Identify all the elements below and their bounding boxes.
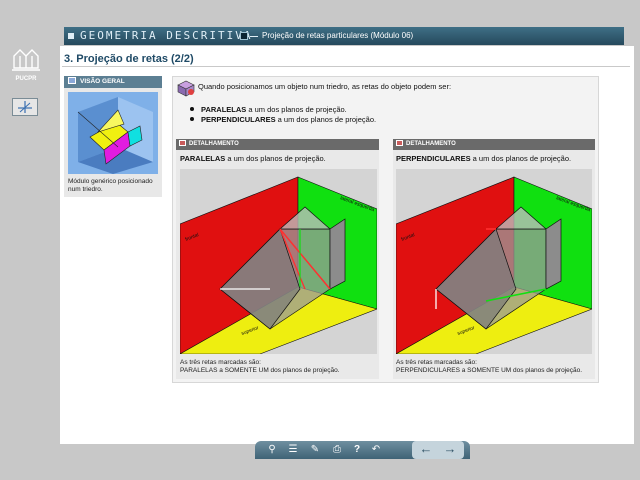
bullet-item: PARALELAS a um dos planos de projeção. (190, 105, 376, 115)
perpendiculares-illustration[interactable]: frontal lateral esquerda superior (396, 169, 592, 354)
index-button[interactable]: ☰ (286, 444, 300, 456)
bullet-item: PERPENDICULARES a um dos planos de proje… (190, 115, 376, 125)
notes-button[interactable]: ✎ (308, 444, 322, 456)
previous-arrow-icon: ← (419, 441, 433, 456)
detail-icon (179, 140, 186, 146)
cube-icon (68, 77, 76, 84)
detalhamento-header-2: DETALHAMENTO (393, 139, 595, 150)
intro-bullet-list: PARALELAS a um dos planos de projeção. P… (190, 105, 376, 125)
caption-line: PERPENDICULARES a SOMENTE UM dos planos … (396, 367, 583, 374)
bullet-text: a um dos planos de projeção. (275, 115, 377, 124)
intro-text: Quando posicionamos um objeto num triedr… (198, 82, 452, 91)
visao-geral-label: VISÃO GERAL (80, 78, 125, 85)
caption-line: As três retas marcadas são: (180, 359, 261, 366)
caption-line: As três retas marcadas são: (396, 359, 477, 366)
paralelas-illustration[interactable]: frontal lateral esquerda superior (180, 169, 377, 354)
app-title: GEOMETRIA DESCRITIVA (68, 28, 252, 44)
bullet-dot (190, 117, 194, 121)
visao-geral-caption: Módulo genérico posicionado num triedro. (68, 178, 153, 193)
bullet-strong: PERPENDICULARES (201, 115, 276, 124)
help-icon: ? (353, 444, 361, 455)
detalhamento-subtitle-2: PERPENDICULARES a um dos planos de proje… (396, 154, 571, 163)
detail-icon (396, 140, 403, 146)
print-button[interactable]: ⎙ (330, 444, 344, 456)
header-line (250, 36, 258, 37)
bullet-dot (190, 107, 194, 111)
return-button[interactable]: ↶ (369, 444, 383, 456)
list-icon: ☰ (288, 444, 298, 455)
logo-text: PUCPR (15, 76, 37, 82)
print-icon: ⎙ (333, 444, 341, 455)
detalhamento-label: DETALHAMENTO (406, 141, 456, 147)
next-button[interactable]: → (440, 441, 460, 456)
module-title: Projeção de retas particulares (Módulo 0… (262, 31, 414, 40)
square-icon (68, 33, 74, 39)
next-arrow-icon: → (443, 441, 457, 456)
visao-geral-header: VISÃO GERAL (64, 76, 162, 88)
detalhamento-caption-2: As três retas marcadas são: PERPENDICULA… (396, 359, 592, 375)
help-button[interactable]: ? (350, 444, 364, 456)
title-divider (62, 66, 630, 67)
compass-icon (18, 101, 32, 113)
pucpr-logo-icon (12, 49, 40, 71)
detalhamento-header-1: DETALHAMENTO (176, 139, 379, 150)
compass-button[interactable] (12, 98, 38, 116)
back-icon: ↶ (371, 444, 381, 455)
subtitle-text: a um dos planos de projeção. (225, 154, 326, 163)
header-separator (240, 32, 248, 40)
subtitle-strong: PERPENDICULARES (396, 154, 471, 163)
detalhamento-subtitle-1: PARALELAS a um dos planos de projeção. (180, 154, 326, 163)
bullet-text: a um dos planos de projeção. (246, 105, 347, 114)
search-icon: ⚲ (268, 444, 276, 455)
subtitle-text: a um dos planos de projeção. (470, 154, 572, 163)
app-title-text: GEOMETRIA DESCRITIVA (80, 29, 253, 42)
bullet-strong: PARALELAS (201, 105, 247, 114)
detalhamento-label: DETALHAMENTO (189, 141, 239, 147)
search-button[interactable]: ⚲ (265, 444, 279, 456)
caption-line: PARALELAS a SOMENTE UM dos planos de pro… (180, 367, 340, 374)
previous-button[interactable]: ← (416, 441, 436, 456)
cube-illustration-icon (177, 80, 195, 97)
pencil-icon: ✎ (310, 444, 320, 455)
detalhamento-caption-1: As três retas marcadas são: PARALELAS a … (180, 359, 377, 375)
subtitle-strong: PARALELAS (180, 154, 226, 163)
visao-geral-image[interactable] (68, 92, 158, 174)
page-title: 3. Projeção de retas (2/2) (64, 53, 194, 65)
